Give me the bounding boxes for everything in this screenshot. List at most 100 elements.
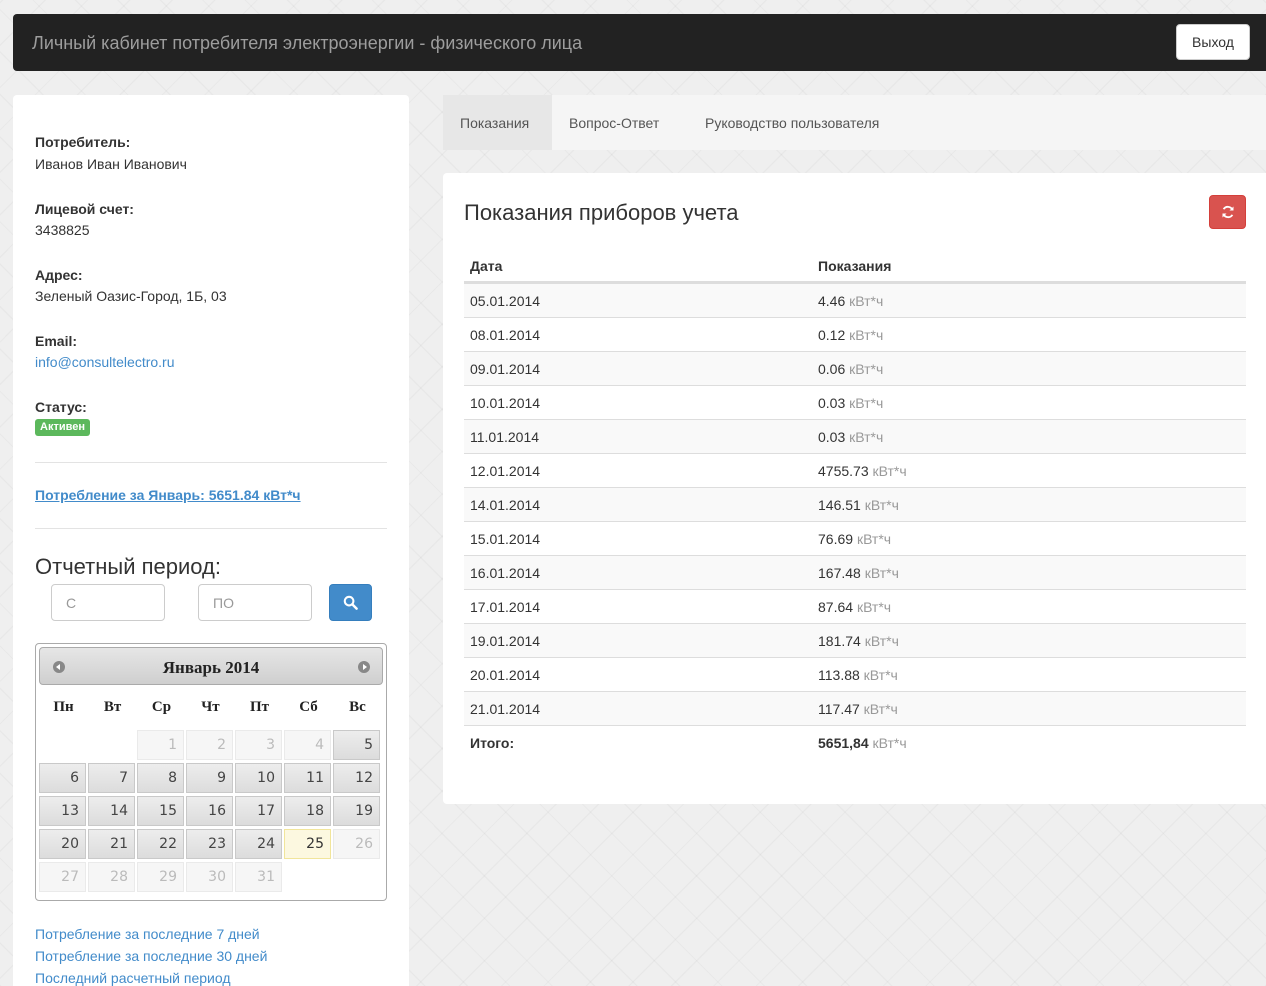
- calendar-day[interactable]: 22: [137, 829, 184, 859]
- table-row: 11.01.2014 0.03 кВт*ч: [464, 419, 1246, 453]
- reading-date: 14.01.2014: [470, 497, 541, 513]
- account-label: Лицевой счет:: [35, 201, 134, 217]
- reading-unit: кВт*ч: [849, 293, 884, 309]
- calendar-day[interactable]: 31: [235, 862, 282, 892]
- datepicker-calendar: Январь 2014 Пн Вт Ср Чт Пт Сб Вс 1 2 3 4 5 6 7 8 9 10 11 1…: [35, 643, 387, 901]
- search-icon: [343, 595, 358, 610]
- column-header-readings: Показания: [818, 258, 892, 274]
- reading-date: 15.01.2014: [470, 531, 541, 547]
- link-last-30-days[interactable]: Потребление за последние 30 дней: [35, 948, 267, 964]
- address-label: Адрес:: [35, 267, 83, 283]
- reading-unit: кВт*ч: [849, 361, 884, 377]
- table-row: 14.01.2014 146.51 кВт*ч: [464, 487, 1246, 521]
- reading-value: 76.69: [818, 531, 854, 547]
- status-label: Статус:: [35, 399, 87, 415]
- calendar-day[interactable]: 11: [284, 763, 331, 793]
- consumer-value: Иванов Иван Иванович: [35, 156, 187, 172]
- period-title: Отчетный период:: [35, 554, 221, 579]
- calendar-day[interactable]: 14: [88, 796, 135, 826]
- reading-value-cell: 146.51 кВт*ч: [818, 497, 899, 513]
- calendar-day[interactable]: 25: [284, 829, 331, 859]
- calendar-day[interactable]: 8: [137, 763, 184, 793]
- calendar-day[interactable]: 9: [186, 763, 233, 793]
- date-from-input[interactable]: [51, 584, 165, 621]
- calendar-day[interactable]: 7: [88, 763, 135, 793]
- readings-panel: Показания приборов учета Дата Показания …: [443, 173, 1266, 804]
- total-value-cell: 5651,84 кВт*ч: [818, 735, 907, 751]
- column-header-date: Дата: [470, 258, 503, 274]
- table-row: 10.01.2014 0.03 кВт*ч: [464, 385, 1246, 419]
- link-last-7-days[interactable]: Потребление за последние 7 дней: [35, 926, 260, 942]
- calendar-day[interactable]: 4: [284, 730, 331, 760]
- refresh-button[interactable]: [1209, 195, 1246, 229]
- tab-faq[interactable]: Вопрос-Ответ: [569, 95, 659, 150]
- calendar-day[interactable]: 20: [39, 829, 86, 859]
- next-month-icon[interactable]: [358, 661, 370, 673]
- reading-value-cell: 0.03 кВт*ч: [818, 429, 883, 445]
- total-value: 5651,84: [818, 735, 869, 751]
- table-row: 15.01.2014 76.69 кВт*ч: [464, 521, 1246, 555]
- calendar-day[interactable]: 10: [235, 763, 282, 793]
- panel-title: Показания приборов учета: [464, 200, 739, 225]
- address-value: Зеленый Оазис-Город, 1Б, 03: [35, 288, 227, 304]
- reading-date: 08.01.2014: [470, 327, 541, 343]
- link-last-billing-period[interactable]: Последний расчетный период: [35, 970, 231, 986]
- calendar-day[interactable]: 26: [333, 829, 380, 859]
- calendar-day[interactable]: 1: [137, 730, 184, 760]
- reading-value-cell: 0.12 кВт*ч: [818, 327, 883, 343]
- reading-date: 16.01.2014: [470, 565, 541, 581]
- calendar-day[interactable]: 3: [235, 730, 282, 760]
- email-link[interactable]: info@consultelectro.ru: [35, 354, 175, 370]
- table-row: 17.01.2014 87.64 кВт*ч: [464, 589, 1246, 623]
- calendar-day[interactable]: 17: [235, 796, 282, 826]
- reading-date: 21.01.2014: [470, 701, 541, 717]
- calendar-month-title: Январь 2014: [162, 658, 260, 677]
- calendar-weekday: Пн: [53, 699, 74, 715]
- reading-value-cell: 0.06 кВт*ч: [818, 361, 883, 377]
- calendar-day[interactable]: 16: [186, 796, 233, 826]
- calendar-day[interactable]: 15: [137, 796, 184, 826]
- reading-value-cell: 0.03 кВт*ч: [818, 395, 883, 411]
- calendar-header: Январь 2014: [39, 647, 383, 685]
- reading-value: 87.64: [818, 599, 854, 615]
- calendar-day[interactable]: 18: [284, 796, 331, 826]
- reading-value-cell: 4755.73 кВт*ч: [818, 463, 907, 479]
- status-badge: Активен: [35, 419, 90, 436]
- calendar-day[interactable]: 24: [235, 829, 282, 859]
- monthly-consumption-link[interactable]: Потребление за Январь: 5651.84 кВт*ч: [35, 487, 301, 503]
- reading-unit: кВт*ч: [864, 633, 899, 649]
- tab-user-guide[interactable]: Руководство пользователя: [705, 95, 879, 150]
- reading-value-cell: 4.46 кВт*ч: [818, 293, 883, 309]
- top-navbar: Личный кабинет потребителя электроэнерги…: [13, 14, 1266, 71]
- table-row: 09.01.2014 0.06 кВт*ч: [464, 351, 1246, 385]
- calendar-day[interactable]: 28: [88, 862, 135, 892]
- tab-readings[interactable]: Показания: [443, 95, 552, 150]
- reading-unit: кВт*ч: [849, 429, 884, 445]
- reading-date: 20.01.2014: [470, 667, 541, 683]
- reading-unit: кВт*ч: [872, 463, 907, 479]
- calendar-weekday: Пт: [249, 699, 270, 715]
- date-to-input[interactable]: [198, 584, 312, 621]
- calendar-day[interactable]: 5: [333, 730, 380, 760]
- reading-value: 4755.73: [818, 463, 869, 479]
- calendar-day[interactable]: 27: [39, 862, 86, 892]
- reading-value: 113.88: [818, 667, 860, 683]
- sidebar-profile: Потребитель: Иванов Иван Иванович Лицево…: [13, 95, 409, 986]
- table-row: 19.01.2014 181.74 кВт*ч: [464, 623, 1246, 657]
- logout-button[interactable]: Выход: [1176, 24, 1250, 60]
- calendar-day[interactable]: 29: [137, 862, 184, 892]
- search-button[interactable]: [329, 584, 372, 621]
- calendar-day[interactable]: 13: [39, 796, 86, 826]
- calendar-day[interactable]: 6: [39, 763, 86, 793]
- calendar-day[interactable]: 19: [333, 796, 380, 826]
- reading-value-cell: 113.88 кВт*ч: [818, 667, 898, 683]
- reading-value: 0.06: [818, 361, 846, 377]
- reading-value: 0.03: [818, 429, 846, 445]
- account-value: 3438825: [35, 222, 90, 238]
- calendar-day[interactable]: 30: [186, 862, 233, 892]
- calendar-day[interactable]: 2: [186, 730, 233, 760]
- calendar-day[interactable]: 21: [88, 829, 135, 859]
- calendar-day[interactable]: 23: [186, 829, 233, 859]
- app-title: Личный кабинет потребителя электроэнерги…: [32, 33, 583, 53]
- calendar-day[interactable]: 12: [333, 763, 380, 793]
